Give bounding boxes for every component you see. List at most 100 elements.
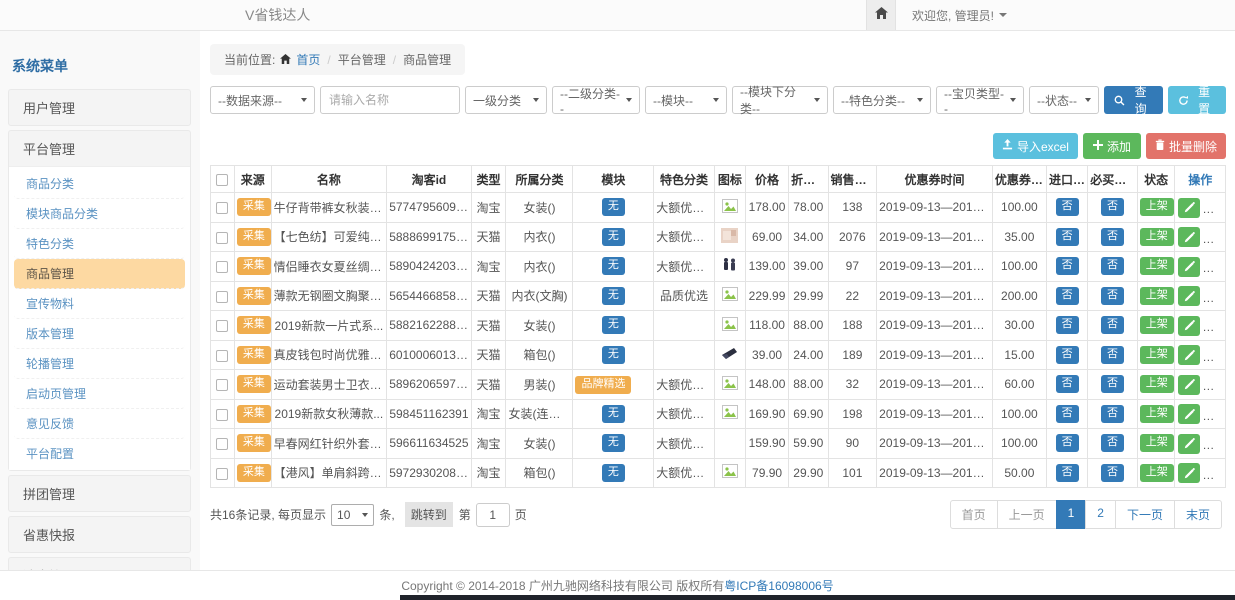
import-select-toggle[interactable]: 否 bbox=[1056, 287, 1079, 305]
import-excel-button[interactable]: 导入excel bbox=[993, 133, 1078, 159]
sidebar-group-header[interactable]: 拼团管理 bbox=[9, 476, 190, 511]
row-checkbox[interactable] bbox=[216, 350, 228, 362]
search-button[interactable]: 查询 bbox=[1104, 86, 1163, 114]
select-all-checkbox[interactable] bbox=[216, 174, 228, 186]
module-badge[interactable]: 无 bbox=[602, 316, 625, 334]
jump-button[interactable]: 跳转到 bbox=[405, 502, 453, 527]
module-badge[interactable]: 无 bbox=[602, 228, 625, 246]
edit-button[interactable] bbox=[1178, 463, 1200, 483]
row-checkbox[interactable] bbox=[216, 202, 228, 214]
row-checkbox[interactable] bbox=[216, 232, 228, 244]
row-checkbox[interactable] bbox=[216, 468, 228, 480]
status-toggle[interactable]: 上架 bbox=[1140, 198, 1174, 216]
sidebar-subitem[interactable]: 特色分类 bbox=[14, 229, 185, 259]
page-button[interactable]: 首页 bbox=[950, 500, 998, 529]
edit-button[interactable] bbox=[1178, 286, 1200, 306]
sidebar-subitem[interactable]: 商品分类 bbox=[14, 169, 185, 199]
must-buy-toggle[interactable]: 否 bbox=[1101, 257, 1124, 275]
edit-button[interactable] bbox=[1178, 375, 1200, 395]
must-buy-toggle[interactable]: 否 bbox=[1101, 316, 1124, 334]
import-select-toggle[interactable]: 否 bbox=[1056, 434, 1079, 452]
filter-select[interactable]: --模块-- bbox=[645, 86, 727, 114]
filter-select[interactable]: --二级分类-- bbox=[552, 86, 640, 114]
row-checkbox[interactable] bbox=[216, 438, 228, 450]
edit-button[interactable] bbox=[1178, 345, 1200, 365]
icp-link[interactable]: 粤ICP备16098006号 bbox=[724, 577, 833, 594]
must-buy-toggle[interactable]: 否 bbox=[1101, 464, 1124, 482]
status-toggle[interactable]: 上架 bbox=[1140, 228, 1174, 246]
sidebar-subitem[interactable]: 版本管理 bbox=[14, 319, 185, 349]
edit-button[interactable] bbox=[1178, 257, 1200, 277]
import-select-toggle[interactable]: 否 bbox=[1056, 464, 1079, 482]
sidebar-group-header[interactable]: 用户管理 bbox=[9, 90, 190, 125]
sidebar-subitem[interactable]: 意见反馈 bbox=[14, 409, 185, 439]
status-toggle[interactable]: 上架 bbox=[1140, 375, 1174, 393]
must-buy-toggle[interactable]: 否 bbox=[1101, 287, 1124, 305]
must-buy-toggle[interactable]: 否 bbox=[1101, 375, 1124, 393]
edit-button[interactable] bbox=[1178, 198, 1200, 218]
sidebar-subitem[interactable]: 宣传物料 bbox=[14, 289, 185, 319]
import-select-toggle[interactable]: 否 bbox=[1056, 316, 1079, 334]
must-buy-toggle[interactable]: 否 bbox=[1101, 228, 1124, 246]
import-select-toggle[interactable]: 否 bbox=[1056, 375, 1079, 393]
status-toggle[interactable]: 上架 bbox=[1140, 257, 1174, 275]
module-badge[interactable]: 无 bbox=[602, 464, 625, 482]
filter-select[interactable]: --状态-- bbox=[1029, 86, 1099, 114]
must-buy-toggle[interactable]: 否 bbox=[1101, 434, 1124, 452]
status-toggle[interactable]: 上架 bbox=[1140, 405, 1174, 423]
module-badge[interactable]: 无 bbox=[602, 405, 625, 423]
module-badge[interactable]: 无 bbox=[602, 198, 625, 216]
status-toggle[interactable]: 上架 bbox=[1140, 346, 1174, 364]
import-select-toggle[interactable]: 否 bbox=[1056, 228, 1079, 246]
module-badge[interactable]: 无 bbox=[602, 346, 625, 364]
module-badge[interactable]: 无 bbox=[602, 287, 625, 305]
filter-select[interactable]: --特色分类-- bbox=[833, 86, 931, 114]
page-button[interactable]: 上一页 bbox=[997, 500, 1057, 529]
filter-select[interactable]: --宝贝类型-- bbox=[936, 86, 1024, 114]
edit-button[interactable] bbox=[1178, 434, 1200, 454]
status-toggle[interactable]: 上架 bbox=[1140, 316, 1174, 334]
filter-select[interactable]: --数据来源-- bbox=[210, 86, 315, 114]
page-button[interactable]: 1 bbox=[1056, 500, 1087, 529]
page-button[interactable]: 末页 bbox=[1174, 500, 1222, 529]
page-button[interactable]: 2 bbox=[1085, 500, 1116, 529]
status-toggle[interactable]: 上架 bbox=[1140, 287, 1174, 305]
import-select-toggle[interactable]: 否 bbox=[1056, 405, 1079, 423]
must-buy-toggle[interactable]: 否 bbox=[1101, 198, 1124, 216]
page-button[interactable]: 下一页 bbox=[1115, 500, 1175, 529]
module-badge[interactable]: 无 bbox=[602, 434, 625, 452]
sidebar-subitem[interactable]: 轮播管理 bbox=[14, 349, 185, 379]
row-checkbox[interactable] bbox=[216, 261, 228, 273]
module-badge[interactable]: 无 bbox=[602, 257, 625, 275]
name-search-input[interactable] bbox=[320, 86, 460, 114]
status-toggle[interactable]: 上架 bbox=[1140, 434, 1174, 452]
must-buy-toggle[interactable]: 否 bbox=[1101, 405, 1124, 423]
sidebar-subitem[interactable]: 商品管理 bbox=[14, 259, 185, 289]
import-select-toggle[interactable]: 否 bbox=[1056, 346, 1079, 364]
per-page-select[interactable]: 10 bbox=[331, 504, 374, 526]
edit-button[interactable] bbox=[1178, 316, 1200, 336]
must-buy-toggle[interactable]: 否 bbox=[1101, 346, 1124, 364]
row-checkbox[interactable] bbox=[216, 320, 228, 332]
edit-button[interactable] bbox=[1178, 404, 1200, 424]
page-number-input[interactable] bbox=[476, 503, 510, 527]
breadcrumb-home-link[interactable]: 首页 bbox=[296, 51, 320, 68]
filter-select[interactable]: 一级分类 bbox=[465, 86, 547, 114]
sidebar-group-header[interactable]: 省惠快报 bbox=[9, 517, 190, 552]
import-select-toggle[interactable]: 否 bbox=[1056, 198, 1079, 216]
sidebar-group-header[interactable]: 平台管理 bbox=[9, 131, 190, 166]
row-checkbox[interactable] bbox=[216, 379, 228, 391]
sidebar-subitem[interactable]: 平台配置 bbox=[14, 439, 185, 468]
edit-button[interactable] bbox=[1178, 227, 1200, 247]
row-checkbox[interactable] bbox=[216, 409, 228, 421]
reset-button[interactable]: 重置 bbox=[1168, 86, 1227, 114]
sidebar-subitem[interactable]: 模块商品分类 bbox=[14, 199, 185, 229]
status-toggle[interactable]: 上架 bbox=[1140, 464, 1174, 482]
batch-delete-button[interactable]: 批量删除 bbox=[1146, 133, 1226, 159]
filter-select[interactable]: --模块下分类-- bbox=[732, 86, 828, 114]
import-select-toggle[interactable]: 否 bbox=[1056, 257, 1079, 275]
row-checkbox[interactable] bbox=[216, 291, 228, 303]
add-button[interactable]: 添加 bbox=[1083, 133, 1141, 159]
sidebar-subitem[interactable]: 启动页管理 bbox=[14, 379, 185, 409]
home-button[interactable] bbox=[866, 0, 896, 30]
